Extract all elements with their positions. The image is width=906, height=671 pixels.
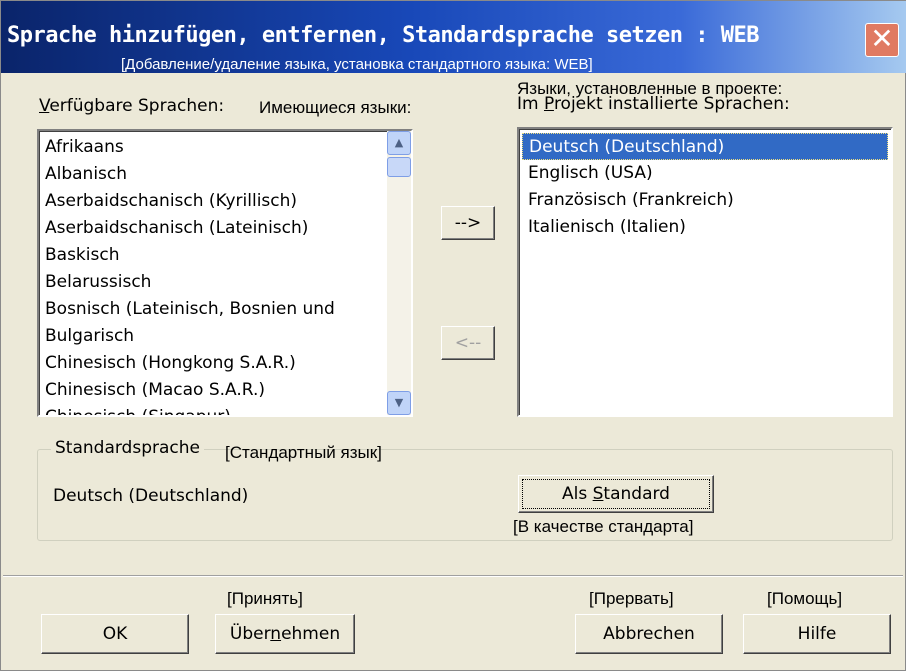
available-languages-translation: Имеющиеся языки: [259, 98, 412, 117]
installed-languages-list[interactable]: Deutsch (Deutschland) Englisch (USA) Fra… [517, 127, 893, 417]
list-item[interactable]: Afrikaans [39, 134, 411, 161]
scroll-thumb[interactable] [387, 157, 411, 177]
installed-label-rest: rojekt installierte Sprachen: [553, 94, 790, 114]
installed-languages-label: Im Projekt installierte Sprachen: [517, 94, 790, 114]
available-list-scrollbar[interactable]: ▲ ▼ [387, 131, 411, 415]
language-dialog: Sprache hinzufügen, entfernen, Standards… [0, 0, 906, 671]
footer-separator [3, 575, 903, 577]
available-label-rest: erfügbare Sprachen: [49, 96, 225, 116]
help-button[interactable]: Hilfe [743, 614, 891, 654]
chevron-down-icon: ▼ [394, 396, 404, 409]
remove-language-button[interactable]: <-- [441, 326, 495, 360]
installed-label-pre: Im [517, 94, 544, 114]
list-item[interactable]: Bosnisch (Lateinisch, Bosnien und [39, 296, 411, 323]
title-bar[interactable]: Sprache hinzufügen, entfernen, Standards… [1, 1, 906, 73]
scroll-down-button[interactable]: ▼ [387, 391, 411, 415]
list-item[interactable]: Englisch (USA) [522, 160, 888, 187]
standard-language-legend: Standardsprache [51, 438, 204, 458]
close-icon: ✕ [870, 22, 894, 55]
apply-button[interactable]: Übernehmen [215, 614, 355, 654]
list-item-selected[interactable]: Deutsch (Deutschland) [522, 133, 888, 160]
list-item[interactable]: Chinesisch (Macao S.A.R.) [39, 377, 411, 404]
scroll-up-button[interactable]: ▲ [387, 131, 411, 155]
close-button[interactable]: ✕ [865, 23, 899, 57]
available-languages-list[interactable]: Afrikaans Albanisch Aserbaidschanisch (K… [37, 129, 413, 417]
add-arrow-label: --> [454, 213, 482, 233]
list-item[interactable]: Aserbaidschanisch (Kyrillisch) [39, 188, 411, 215]
list-item[interactable]: Aserbaidschanisch (Lateinisch) [39, 215, 411, 242]
ok-button[interactable]: OK [41, 614, 189, 654]
available-languages-label: Verfügbare Sprachen: [39, 96, 224, 116]
apply-label-rest: ehmen [281, 624, 341, 644]
set-standard-translation: [В качестве стандарта] [513, 517, 694, 536]
list-item[interactable]: Belarussisch [39, 269, 411, 296]
window-title: Sprache hinzufügen, entfernen, Standards… [7, 23, 759, 48]
chevron-up-icon: ▲ [394, 136, 404, 149]
remove-arrow-label: <-- [454, 333, 482, 353]
list-item[interactable]: Italienisch (Italien) [522, 214, 888, 241]
installed-label-mnemonic: P [543, 94, 554, 114]
apply-mnemonic: n [270, 624, 282, 644]
list-item[interactable]: Französisch (Frankreich) [522, 187, 888, 214]
apply-translation: [Принять] [227, 589, 303, 608]
help-translation: [Помощь] [767, 589, 843, 608]
available-label-mnemonic: V [39, 96, 50, 116]
apply-label-pre: Über [229, 624, 271, 644]
add-language-button[interactable]: --> [441, 206, 495, 240]
list-item[interactable]: Bulgarisch [39, 323, 411, 350]
cancel-translation: [Прервать] [589, 589, 674, 608]
set-standard-label-pre: Als [562, 484, 593, 504]
standard-language-legend-translation: [Стандартный язык] [225, 443, 382, 462]
window-title-translation: [Добавление/удаление языка, установка ст… [121, 56, 593, 73]
set-standard-button[interactable]: Als Standard [518, 475, 714, 513]
cancel-button[interactable]: Abbrechen [575, 614, 723, 654]
standard-language-value: Deutsch (Deutschland) [53, 486, 249, 506]
list-item[interactable]: Chinesisch (Hongkong S.A.R.) [39, 350, 411, 377]
set-standard-mnemonic: S [592, 484, 604, 504]
list-item[interactable]: Albanisch [39, 161, 411, 188]
list-item[interactable]: Chinesisch (Singapur) [39, 404, 411, 415]
set-standard-label-rest: tandard [603, 484, 670, 504]
list-item[interactable]: Baskisch [39, 242, 411, 269]
